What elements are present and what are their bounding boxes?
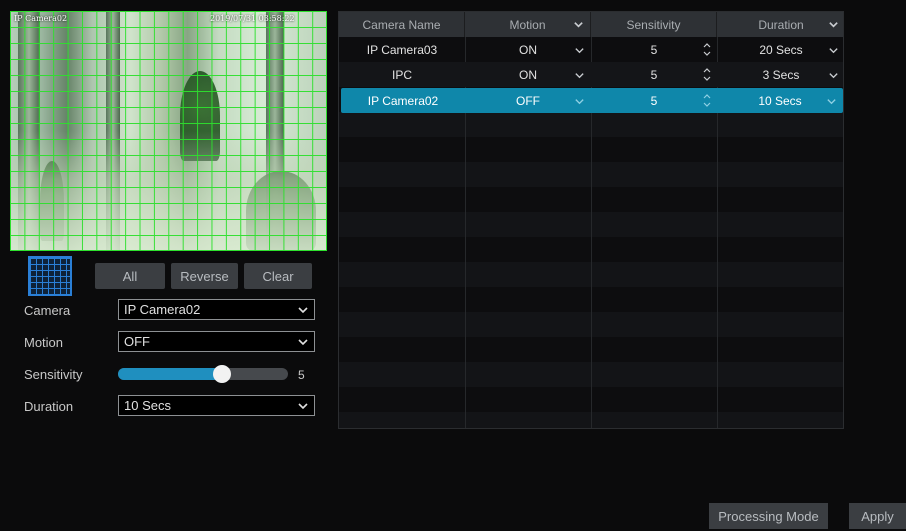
- motion-select-value: OFF: [124, 334, 150, 349]
- cell-sensitivity-spinner[interactable]: 5: [591, 88, 717, 113]
- osd-datetime: 2019/07/31 03:58:22: [210, 14, 295, 23]
- cell-motion-value: OFF: [516, 93, 540, 108]
- header-motion-label: Motion: [509, 17, 546, 32]
- cell-duration-value: 3 Secs: [762, 67, 800, 82]
- cell-motion-select[interactable]: OFF: [465, 88, 591, 113]
- header-camera-name: Camera Name: [339, 12, 465, 37]
- spinner-arrows-icon[interactable]: [703, 42, 711, 57]
- cell-duration-value: 10 Secs: [758, 93, 802, 108]
- cell-camera-name: IP Camera02: [367, 93, 439, 108]
- spinner-arrows-icon[interactable]: [703, 67, 711, 82]
- motion-select[interactable]: OFF: [118, 331, 315, 352]
- camera-motion-table: Camera Name Motion Sensitivity Duration …: [338, 11, 844, 429]
- cell-sensitivity-value: 5: [650, 93, 658, 108]
- cell-motion-value: ON: [519, 42, 537, 57]
- cell-motion-select[interactable]: ON: [465, 62, 591, 87]
- chevron-down-icon: [298, 307, 308, 314]
- processing-mode-button[interactable]: Processing Mode: [709, 503, 828, 529]
- cell-duration-select[interactable]: 20 Secs: [717, 37, 843, 62]
- camera-select-value: IP Camera02: [124, 302, 201, 317]
- select-all-button[interactable]: All: [95, 263, 165, 289]
- cell-sensitivity-value: 5: [650, 42, 658, 57]
- cell-duration-select[interactable]: 3 Secs: [717, 62, 843, 87]
- apply-button[interactable]: Apply: [849, 503, 906, 529]
- clear-button[interactable]: Clear: [244, 263, 312, 289]
- chevron-down-icon[interactable]: [828, 70, 839, 81]
- reverse-button[interactable]: Reverse: [171, 263, 238, 289]
- motion-detection-grid[interactable]: [10, 11, 327, 251]
- duration-select-value: 10 Secs: [124, 398, 171, 413]
- chevron-down-icon: [298, 403, 308, 410]
- motion-label: Motion: [24, 335, 64, 350]
- table-row[interactable]: IPC ON 5 3 Secs: [339, 62, 843, 87]
- sensitivity-slider-handle[interactable]: [213, 365, 231, 383]
- cell-duration-select[interactable]: 10 Secs: [717, 88, 843, 113]
- chevron-down-icon: [298, 339, 308, 346]
- chevron-down-icon[interactable]: [828, 45, 839, 56]
- cell-motion-value: ON: [519, 67, 537, 82]
- table-header: Camera Name Motion Sensitivity Duration: [339, 12, 843, 37]
- duration-select[interactable]: 10 Secs: [118, 395, 315, 416]
- camera-select[interactable]: IP Camera02: [118, 299, 315, 320]
- sensitivity-value: 5: [298, 368, 305, 382]
- cell-camera-name: IPC: [391, 67, 412, 82]
- spinner-arrows-icon[interactable]: [703, 93, 711, 108]
- chevron-down-icon[interactable]: [828, 19, 839, 30]
- chevron-down-icon[interactable]: [574, 70, 585, 81]
- sensitivity-slider[interactable]: [118, 365, 288, 383]
- camera-preview[interactable]: IP Camera02 2019/07/31 03:58:22: [10, 11, 327, 251]
- cell-duration-value: 20 Secs: [759, 42, 803, 57]
- osd-camera-name: IP Camera02: [14, 14, 68, 23]
- camera-label: Camera: [24, 303, 71, 318]
- table-row-selected[interactable]: IP Camera02 OFF 5 10 Secs: [341, 88, 843, 113]
- chevron-down-icon[interactable]: [574, 96, 585, 107]
- sensitivity-slider-fill: [118, 368, 222, 380]
- grid-area-icon[interactable]: [28, 256, 72, 296]
- chevron-down-icon[interactable]: [573, 19, 584, 30]
- cell-camera-name: IP Camera03: [366, 42, 438, 57]
- cell-sensitivity-spinner[interactable]: 5: [591, 37, 717, 62]
- cell-sensitivity-spinner[interactable]: 5: [591, 62, 717, 87]
- header-sensitivity: Sensitivity: [591, 12, 717, 37]
- header-motion[interactable]: Motion: [465, 12, 591, 37]
- cell-sensitivity-value: 5: [650, 67, 658, 82]
- chevron-down-icon[interactable]: [574, 45, 585, 56]
- sensitivity-label: Sensitivity: [24, 367, 83, 382]
- cell-motion-select[interactable]: ON: [465, 37, 591, 62]
- duration-label: Duration: [24, 399, 74, 414]
- header-duration[interactable]: Duration: [717, 12, 843, 37]
- chevron-down-icon[interactable]: [826, 96, 837, 107]
- header-duration-label: Duration: [758, 17, 804, 32]
- table-row[interactable]: IP Camera03 ON 5 20 Secs: [339, 37, 843, 62]
